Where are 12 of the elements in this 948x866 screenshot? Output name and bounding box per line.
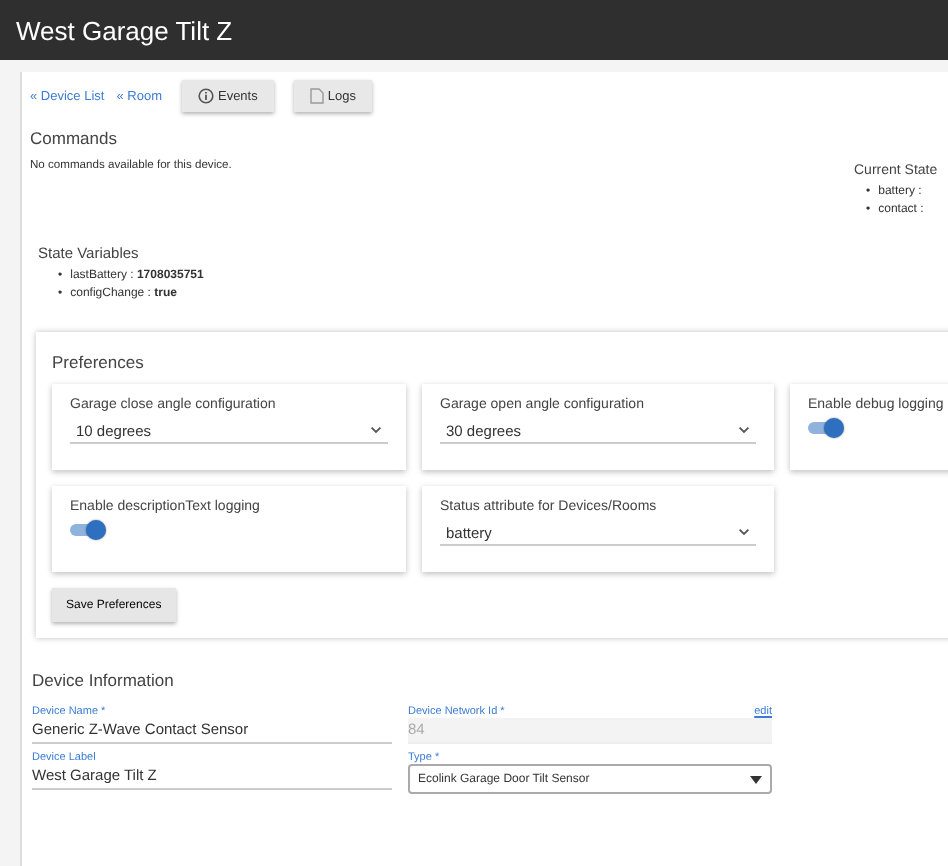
toggle-switch[interactable] [70,524,104,536]
section-title: Device Information [32,670,176,690]
chevron-down-icon [738,528,750,536]
section-title: Preferences [52,352,146,372]
toggle-switch[interactable] [808,422,842,434]
info-icon [197,88,214,104]
page-title: West Garage Tilt Z [16,15,233,45]
chevron-down-icon [370,426,382,434]
document-icon [309,88,324,104]
chevron-down-icon [738,426,750,434]
caret-down-icon [750,775,762,783]
section-title: Commands [30,128,119,148]
